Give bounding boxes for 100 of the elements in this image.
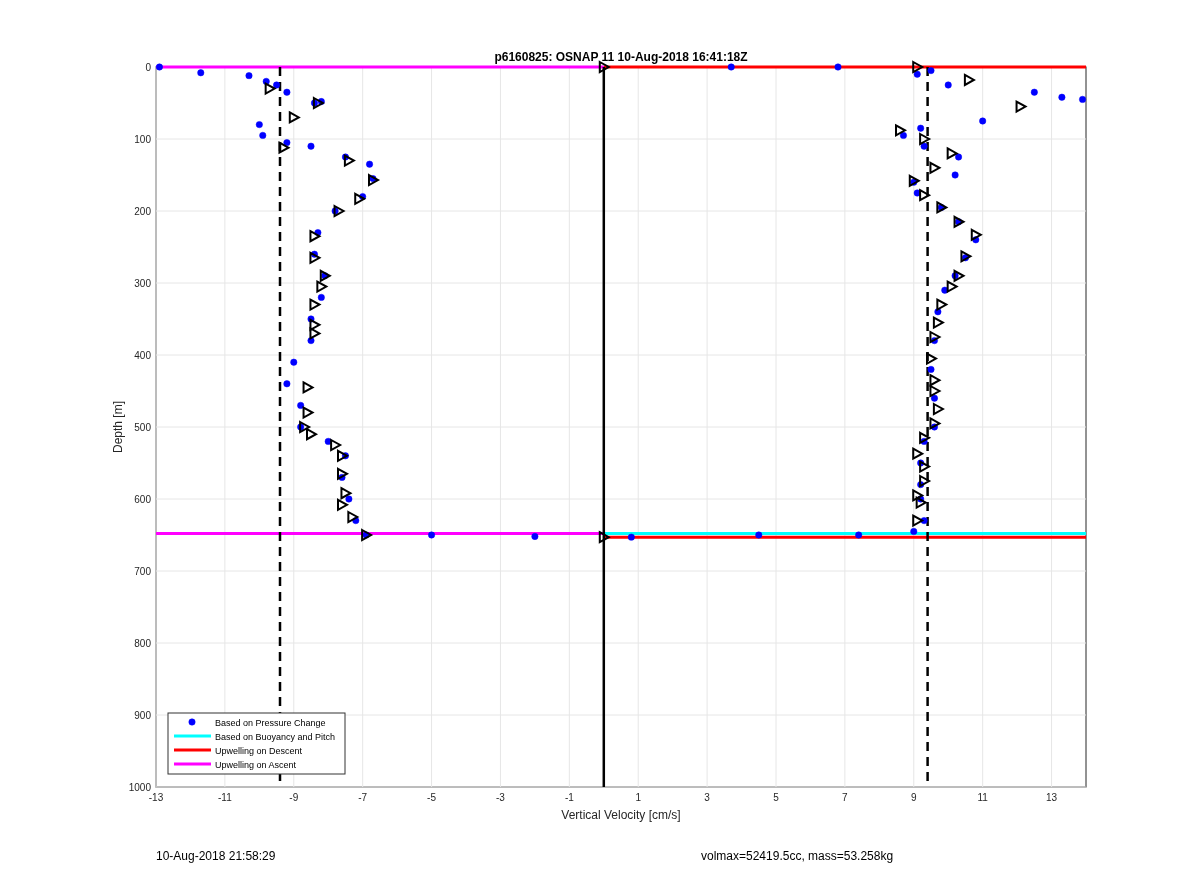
- scatter-point: [307, 337, 315, 345]
- triangle-marker: [337, 449, 350, 463]
- axis-title: Vertical Velocity [cm/s]: [561, 808, 681, 822]
- tick-label: 600: [134, 493, 151, 505]
- tick-label: 3: [704, 792, 710, 803]
- legend-swatch: [174, 734, 211, 738]
- triangle-marker: [912, 446, 925, 461]
- scatter-point: [1058, 93, 1066, 101]
- tick-label: -13: [148, 792, 164, 803]
- scatter-point: [156, 63, 163, 71]
- triangle-marker: [895, 123, 908, 138]
- triangle-marker: [929, 373, 942, 387]
- scatter-point: [1030, 88, 1038, 96]
- scatter-point: [352, 517, 360, 525]
- scatter-point: [627, 533, 635, 541]
- triangle-marker: [340, 486, 353, 500]
- triangle-marker: [946, 279, 959, 294]
- tick-label: 11: [977, 792, 988, 803]
- triangle-marker: [309, 251, 322, 265]
- triangle-marker: [309, 297, 322, 312]
- triangle-marker: [912, 513, 925, 528]
- tick-label: 7: [842, 792, 848, 803]
- scatter-point: [955, 218, 962, 226]
- triangle-marker: [333, 204, 346, 218]
- scatter-point: [290, 358, 298, 366]
- triangle-marker: [309, 318, 322, 332]
- scatter-point: [727, 63, 735, 71]
- scatter-point: [297, 423, 305, 431]
- triangle-marker: [919, 188, 932, 202]
- triangle-marker: [309, 326, 322, 341]
- legend-marker: [188, 718, 196, 726]
- scatter-point: [931, 337, 938, 345]
- triangle-marker: [598, 530, 611, 544]
- triangle-marker: [288, 110, 301, 125]
- scatter-point: [273, 81, 280, 89]
- legend-label: Based on Pressure Change: [215, 717, 326, 728]
- triangle-marker: [306, 427, 319, 441]
- triangle-marker: [960, 249, 973, 264]
- scatter-point: [311, 250, 318, 258]
- triangle-marker: [347, 510, 360, 524]
- scatter-point: [944, 81, 952, 89]
- scatter-point: [369, 175, 377, 183]
- scatter-point: [934, 308, 942, 316]
- triangle-marker: [337, 467, 350, 481]
- triangle-marker: [316, 279, 329, 294]
- triangle-marker: [309, 229, 322, 243]
- triangle-marker: [299, 420, 312, 434]
- axis-title: Depth [m]: [111, 401, 125, 453]
- scatter-point: [917, 481, 925, 489]
- triangle-marker: [953, 215, 966, 229]
- chart-title: p6160825: OSNAP 11 10-Aug-2018 16:41:18Z: [494, 50, 748, 64]
- tick-label: -11: [218, 792, 232, 803]
- triangle-marker: [963, 73, 976, 87]
- scatter-point: [913, 189, 921, 197]
- triangle-marker: [929, 384, 942, 398]
- triangle-marker: [953, 269, 966, 283]
- triangle-marker: [919, 474, 932, 488]
- tick-label: -5: [427, 792, 436, 803]
- scatter-point: [927, 67, 935, 75]
- scatter-point: [855, 531, 863, 539]
- triangle-marker: [278, 140, 291, 155]
- legend-label: Upwelling on Descent: [215, 745, 303, 756]
- triangle-marker: [343, 153, 356, 168]
- triangle-marker: [936, 297, 949, 312]
- tick-label: 5: [773, 792, 779, 803]
- triangle-marker: [337, 498, 350, 512]
- scatter-point: [755, 531, 763, 539]
- scatter-point: [910, 527, 918, 535]
- scatter-point: [951, 272, 959, 280]
- scatter-point: [283, 380, 291, 388]
- tick-label: 900: [134, 709, 151, 721]
- triangle-marker: [302, 380, 315, 395]
- triangle-marker: [1015, 99, 1028, 114]
- scatter-point: [900, 131, 907, 139]
- timestamp-text: 10-Aug-2018 21:58:29: [156, 849, 277, 863]
- tick-label: 400: [134, 349, 151, 361]
- scatter-point: [362, 531, 370, 539]
- triangle-marker: [302, 405, 315, 420]
- tick-label: 100: [134, 133, 151, 145]
- triangle-marker: [598, 60, 611, 74]
- triangle-marker: [936, 200, 949, 215]
- triangle-marker: [926, 351, 939, 366]
- scatter-point: [920, 517, 928, 525]
- scatter-point: [307, 315, 315, 323]
- triangle-marker: [932, 402, 945, 416]
- tick-label: 300: [134, 277, 151, 289]
- tick-label: 200: [134, 205, 151, 217]
- tick-label: 1: [635, 792, 641, 803]
- scatter-point: [913, 70, 921, 78]
- triangle-marker: [919, 459, 932, 474]
- triangle-marker: [368, 173, 381, 187]
- tick-label: 9: [911, 792, 917, 803]
- scatter-point: [342, 452, 349, 460]
- scatter-point: [297, 401, 305, 409]
- tick-label: 0: [145, 61, 151, 73]
- triangle-marker: [946, 146, 959, 161]
- scatter-point: [917, 124, 925, 132]
- scatter-point: [255, 121, 263, 129]
- triangle-marker: [915, 495, 928, 510]
- scatter-point: [331, 207, 339, 215]
